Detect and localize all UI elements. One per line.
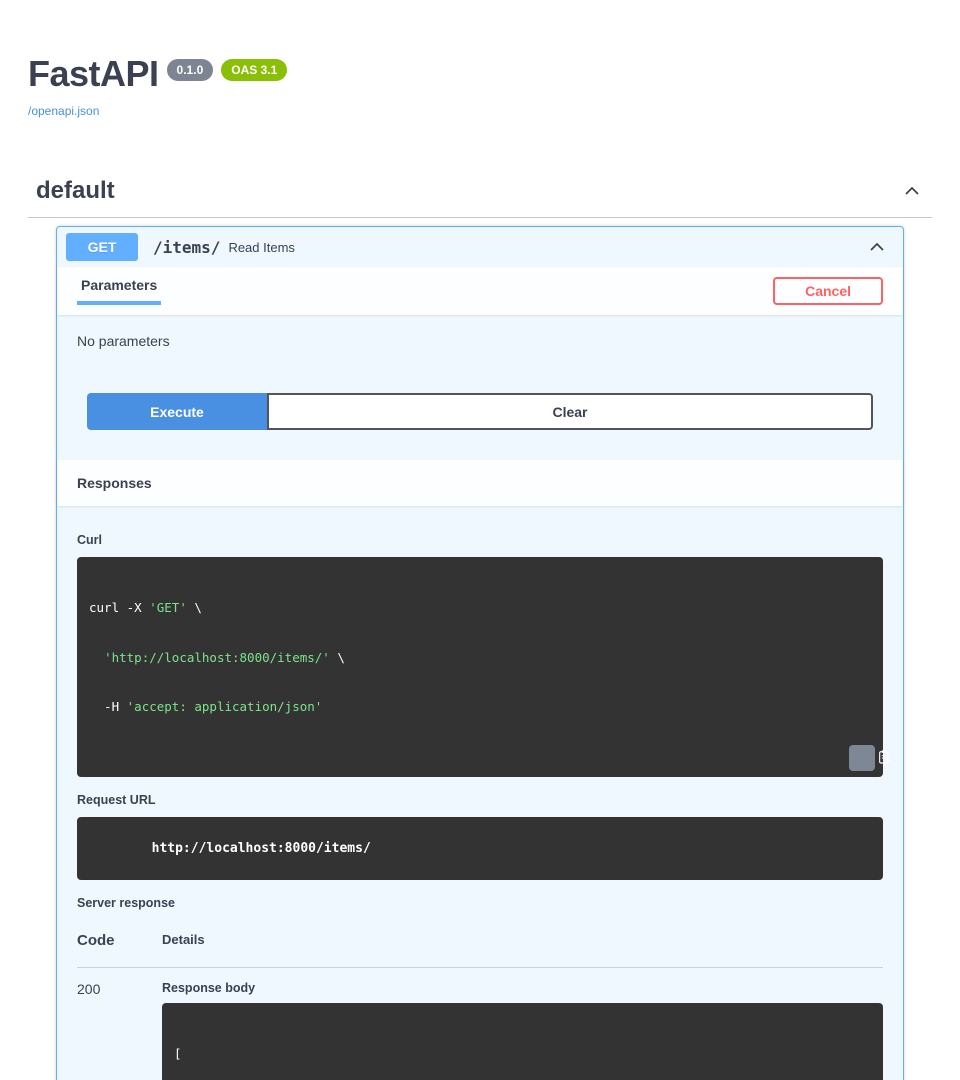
execute-row: Execute Clear [57,393,903,460]
response-body-block: [ { "name": "Portal Gun", "description":… [162,1003,883,1080]
server-response-label: Server response [77,896,175,910]
curl-label: Curl [77,533,102,547]
tag-title: default [36,177,115,205]
curl-text: \ [330,650,345,665]
cancel-button[interactable]: Cancel [773,277,883,305]
request-url-label: Request URL [77,793,155,807]
execute-button[interactable]: Execute [87,393,267,430]
curl-line: curl -X 'GET' \ [89,600,871,617]
curl-string: 'GET' [149,600,187,615]
details-column-header: Details [162,932,205,947]
chevron-up-icon [867,245,887,260]
opblock-get-items: GET /items/ Read Items Parameters Cancel… [56,226,904,1080]
server-response-table-header: Code Details [77,932,883,968]
live-response-row: 200 Response body [ { "name": "Portal Gu… [77,981,883,1080]
curl-text: -H [89,699,127,714]
curl-line: -H 'accept: application/json' [89,699,871,716]
collapse-operation-button[interactable] [865,235,889,259]
curl-string: 'http://localhost:8000/items/' [104,650,330,665]
tag-section-default: default GET /items/ Read Items Parameter… [28,177,932,1080]
request-url-value: http://localhost:8000/items/ [152,841,371,856]
api-info-header: FastAPI 0.1.0 OAS 3.1 /openapi.json [0,0,960,120]
operation-summary: Read Items [228,240,294,255]
curl-text [89,650,104,665]
version-badge: 0.1.0 [167,59,214,81]
response-body-label: Response body [162,981,883,995]
page-title: FastAPI [28,53,159,95]
curl-line: 'http://localhost:8000/items/' \ [89,650,871,667]
clipboard-copy-icon [832,734,892,783]
opblock-summary[interactable]: GET /items/ Read Items [57,227,903,267]
curl-text: \ [187,600,202,615]
clear-button[interactable]: Clear [267,393,873,430]
copy-curl-button[interactable] [849,745,875,771]
tab-parameters[interactable]: Parameters [77,277,161,305]
json-line: [ [174,1046,871,1062]
responses-section-header: Responses [57,460,903,506]
code-column-header: Code [77,932,162,949]
collapse-section-button[interactable] [900,179,924,203]
response-details: Response body [ { "name": "Portal Gun", … [162,981,883,1080]
parameters-body: No parameters [57,315,903,393]
method-badge-get: GET [66,233,138,261]
no-parameters-text: No parameters [77,333,170,349]
responses-inner: Curl curl -X 'GET' \ 'http://localhost:8… [57,506,903,1080]
oas-badge: OAS 3.1 [221,59,287,81]
tag-header-default[interactable]: default [28,177,932,218]
json-token: [ [174,1046,182,1061]
curl-command-block: curl -X 'GET' \ 'http://localhost:8000/i… [77,557,883,777]
curl-text: curl -X [89,600,149,615]
request-url-block: http://localhost:8000/items/ [77,817,883,880]
parameters-section-header: Parameters Cancel [57,267,903,315]
chevron-up-icon [902,189,922,204]
operation-path: /items/ [153,238,220,257]
response-status-code: 200 [77,981,162,997]
openapi-spec-link[interactable]: /openapi.json [28,104,99,118]
responses-section-title: Responses [77,475,152,491]
curl-string: 'accept: application/json' [127,699,323,714]
